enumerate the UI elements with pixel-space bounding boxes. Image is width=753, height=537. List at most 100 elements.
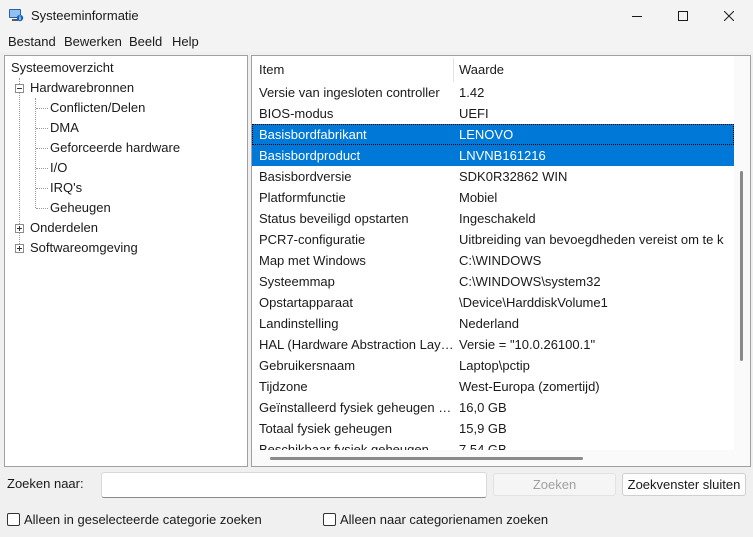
category-names-label: Alleen naar categorienamen zoeken [340, 512, 549, 527]
row-item: HAL (Hardware Abstraction Layer) [259, 337, 455, 352]
details-list[interactable]: Item Waarde Versie van ingesloten contro… [251, 55, 751, 467]
table-row[interactable]: Opstartapparaat \Device\HarddiskVolume1 [252, 292, 734, 313]
table-row[interactable]: Totaal fysiek geheugen 15,9 GB [252, 418, 734, 439]
tree-guide-line [19, 78, 20, 248]
tree-item-dma[interactable]: DMA [50, 118, 79, 138]
row-value: SDK0R32862 WIN [459, 169, 568, 184]
row-value: Versie = "10.0.26100.1" [459, 337, 596, 352]
table-row[interactable]: Basisbordfabrikant LENOVO [252, 124, 734, 145]
expand-icon[interactable] [15, 224, 24, 233]
row-item: Status beveiligd opstarten [259, 211, 409, 226]
row-value: Ingeschakeld [459, 211, 536, 226]
row-item: Versie van ingesloten controller [259, 85, 440, 100]
table-row[interactable]: Landinstelling Nederland [252, 313, 734, 334]
tree-item-irqs[interactable]: IRQ's [50, 178, 82, 198]
tree-guide-line [36, 148, 48, 149]
maximize-button[interactable] [660, 0, 706, 31]
option-selected-category[interactable]: Alleen in geselecteerde categorie zoeken [7, 511, 262, 529]
close-button[interactable] [706, 0, 752, 31]
category-tree[interactable]: Systeemoverzicht Hardwarebronnen Conflic… [4, 55, 248, 467]
table-row[interactable]: Platformfunctie Mobiel [252, 187, 734, 208]
row-value: Mobiel [459, 190, 498, 205]
title-bar: Systeeminformatie [0, 0, 753, 31]
tree-guide-line [36, 188, 48, 189]
table-row[interactable]: Beschikbaar fysiek geheugen 7,54 GB [252, 439, 734, 450]
table-row[interactable]: Versie van ingesloten controller 1.42 [252, 82, 734, 103]
column-divider[interactable] [453, 58, 454, 82]
tree-item-softwareomgeving[interactable]: Softwareomgeving [30, 238, 138, 258]
row-item: Totaal fysiek geheugen [259, 421, 392, 436]
search-button[interactable]: Zoeken [493, 473, 616, 496]
close-icon [724, 10, 734, 21]
window-title: Systeeminformatie [31, 8, 139, 23]
details-rows: Versie van ingesloten controller 1.42 BIOS… [252, 82, 734, 450]
row-value: LNVNB161216 [459, 148, 546, 163]
table-row[interactable]: Tijdzone West-Europa (zomertijd) [252, 376, 734, 397]
row-item: Geïnstalleerd fysiek geheugen (RAM) [259, 400, 455, 415]
row-value: UEFI [459, 106, 489, 121]
row-value: \Device\HarddiskVolume1 [459, 295, 608, 310]
column-header-item[interactable]: Item [259, 56, 449, 84]
row-value: C:\WINDOWS [459, 253, 542, 268]
scrollbar-corner [734, 450, 750, 466]
menu-bewerken[interactable]: Bewerken [64, 34, 122, 49]
row-item: BIOS-modus [259, 106, 334, 121]
table-row[interactable]: Systeemmap C:\WINDOWS\system32 [252, 271, 734, 292]
tree-guide-line [36, 108, 48, 109]
row-item: Tijdzone [259, 379, 308, 394]
tree-guide-line [36, 168, 48, 169]
table-row[interactable]: Basisbordversie SDK0R32862 WIN [252, 166, 734, 187]
selected-category-checkbox[interactable] [7, 513, 20, 526]
tree-item-hardwarebronnen[interactable]: Hardwarebronnen [30, 78, 134, 98]
search-input[interactable] [101, 472, 487, 498]
category-names-checkbox[interactable] [323, 513, 336, 526]
row-item: Systeemmap [259, 274, 335, 289]
row-item: Basisbordversie [259, 169, 352, 184]
row-value: Uitbreiding van bevoegdheden vereist om … [459, 232, 724, 247]
horizontal-scrollbar[interactable] [252, 450, 734, 466]
system-information-icon [8, 7, 24, 23]
menu-bestand[interactable]: Bestand [8, 34, 56, 49]
vertical-scrollbar[interactable] [734, 56, 750, 450]
horizontal-scroll-thumb[interactable] [270, 457, 583, 460]
close-search-button[interactable]: Zoekvenster sluiten [622, 473, 746, 496]
table-row[interactable]: Geïnstalleerd fysiek geheugen (RAM) 16,0 … [252, 397, 734, 418]
search-label: Zoeken naar: [7, 476, 84, 491]
row-item: Platformfunctie [259, 190, 346, 205]
table-row[interactable]: Basisbordproduct LNVNB161216 [252, 145, 734, 166]
tree-guide-line [36, 128, 48, 129]
row-value: 7,54 GB [459, 442, 507, 450]
table-row[interactable]: Gebruikersnaam Laptop\pctip [252, 355, 734, 376]
menu-bar: Bestand Bewerken Beeld Help [0, 31, 753, 52]
collapse-icon[interactable] [15, 84, 24, 93]
tree-item-geheugen[interactable]: Geheugen [50, 198, 111, 218]
tree-guide-line [36, 208, 48, 209]
tree-item-io[interactable]: I/O [50, 158, 67, 178]
tree-item-conflicten-delen[interactable]: Conflicten/Delen [50, 98, 145, 118]
row-value: Laptop\pctip [459, 358, 530, 373]
row-item: Basisbordfabrikant [259, 127, 367, 142]
row-item: Opstartapparaat [259, 295, 353, 310]
expand-icon[interactable] [15, 244, 24, 253]
menu-help[interactable]: Help [172, 34, 199, 49]
row-value: Nederland [459, 316, 519, 331]
column-header-waarde[interactable]: Waarde [459, 56, 729, 84]
row-value: West-Europa (zomertijd) [459, 379, 600, 394]
tree-item-systeemoverzicht[interactable]: Systeemoverzicht [9, 58, 116, 78]
tree-item-onderdelen[interactable]: Onderdelen [30, 218, 98, 238]
row-item: Basisbordproduct [259, 148, 361, 163]
vertical-scroll-thumb[interactable] [740, 171, 743, 361]
table-row[interactable]: Status beveiligd opstarten Ingeschakeld [252, 208, 734, 229]
row-value: 16,0 GB [459, 400, 507, 415]
tree-item-geforceerde-hardware[interactable]: Geforceerde hardware [50, 138, 180, 158]
row-item: Gebruikersnaam [259, 358, 356, 373]
minimize-button[interactable] [614, 0, 660, 31]
table-row[interactable]: Map met Windows C:\WINDOWS [252, 250, 734, 271]
table-row[interactable]: BIOS-modus UEFI [252, 103, 734, 124]
table-row[interactable]: PCR7-configuratie Uitbreiding van bevoegd… [252, 229, 734, 250]
menu-beeld[interactable]: Beeld [129, 34, 162, 49]
row-value: 1.42 [459, 85, 485, 100]
option-category-names[interactable]: Alleen naar categorienamen zoeken [323, 511, 548, 529]
table-row[interactable]: HAL (Hardware Abstraction Layer) Versie =… [252, 334, 734, 355]
row-value: 15,9 GB [459, 421, 507, 436]
